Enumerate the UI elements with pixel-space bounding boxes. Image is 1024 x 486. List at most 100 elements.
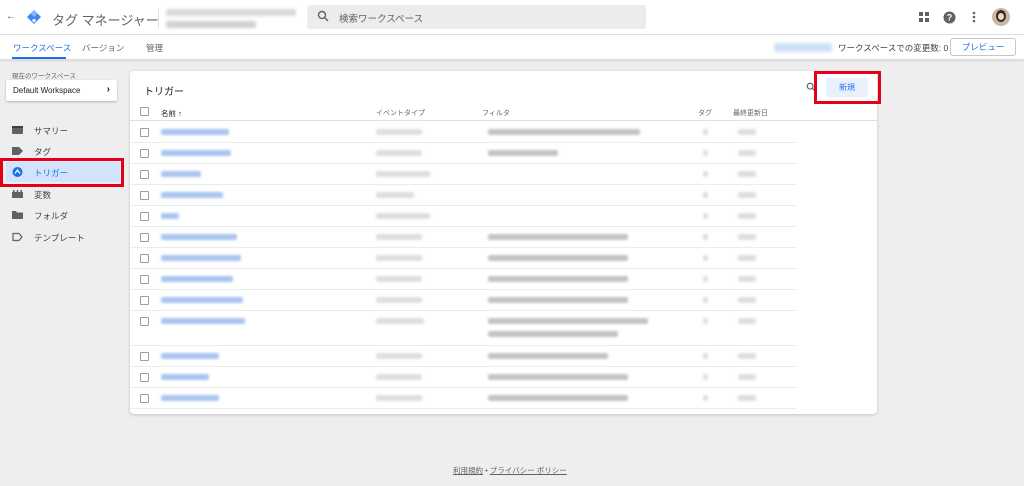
table-row[interactable] [130, 388, 797, 409]
table-row[interactable] [130, 367, 797, 388]
tag-count [703, 395, 708, 401]
search-icon [317, 10, 329, 22]
column-header-filter[interactable]: フィルタ [482, 108, 510, 118]
tabs-bar: ワークスペース バージョン 管理 ワークスペースでの変更数: 0 プレビュー [0, 35, 1024, 60]
column-header-event-type[interactable]: イベントタイプ [376, 108, 425, 118]
avatar[interactable] [992, 8, 1010, 26]
footer-separator: • [483, 466, 490, 475]
tab-workspace[interactable]: ワークスペース [13, 42, 71, 54]
event-type-value [376, 276, 422, 282]
trigger-name-link[interactable] [161, 318, 245, 324]
last-edited-value [738, 255, 756, 261]
tab-versions[interactable]: バージョン [82, 42, 124, 54]
event-type-value [376, 353, 422, 359]
filter-value [488, 234, 628, 240]
tab-admin[interactable]: 管理 [146, 42, 163, 54]
last-edited-value [738, 353, 756, 359]
trigger-name-link[interactable] [161, 213, 179, 219]
header-divider [158, 8, 159, 28]
top-bar: ← タグ マネージャー 検索ワークスペース ? [0, 0, 1024, 35]
row-checkbox[interactable] [140, 352, 149, 361]
trigger-name-link[interactable] [161, 255, 241, 261]
row-checkbox[interactable] [140, 296, 149, 305]
row-checkbox[interactable] [140, 275, 149, 284]
sidebar-item-label: フォルダ [34, 211, 69, 221]
search-placeholder[interactable]: 検索ワークスペース [339, 11, 423, 25]
table-row[interactable] [130, 227, 797, 248]
tag-count [703, 318, 708, 324]
event-type-value [376, 374, 422, 380]
select-all-checkbox[interactable] [140, 107, 149, 116]
apps-grid-icon[interactable] [917, 10, 931, 24]
trigger-name-link[interactable] [161, 234, 237, 240]
trigger-name-link[interactable] [161, 129, 229, 135]
trigger-name-link[interactable] [161, 353, 219, 359]
back-arrow-icon[interactable]: ← [4, 10, 18, 24]
filter-value [488, 255, 628, 261]
sidebar-item-templates[interactable]: テンプレート [6, 227, 120, 247]
column-header-last-edited[interactable]: 最終更新日 [733, 108, 768, 118]
filter-value [488, 150, 558, 156]
last-edited-value [738, 276, 756, 282]
row-checkbox[interactable] [140, 128, 149, 137]
table-row[interactable] [130, 185, 797, 206]
row-checkbox[interactable] [140, 394, 149, 403]
search-bar[interactable]: 検索ワークスペース [307, 5, 646, 29]
table-row[interactable] [130, 122, 797, 143]
row-checkbox[interactable] [140, 170, 149, 179]
row-checkbox[interactable] [140, 373, 149, 382]
sidebar-item-variables[interactable]: 変数 [6, 184, 120, 204]
filter-value [488, 318, 648, 324]
sidebar-item-label: テンプレート [34, 233, 85, 243]
table-row[interactable] [130, 143, 797, 164]
table-row[interactable] [130, 206, 797, 227]
row-checkbox[interactable] [140, 254, 149, 263]
event-type-value [376, 150, 422, 156]
trigger-name-link[interactable] [161, 395, 219, 401]
table-row[interactable] [130, 248, 797, 269]
table-row[interactable] [130, 269, 797, 290]
row-checkbox[interactable] [140, 212, 149, 221]
row-checkbox[interactable] [140, 191, 149, 200]
account-selector[interactable] [166, 7, 302, 29]
preview-button[interactable]: プレビュー [950, 38, 1016, 56]
table-row[interactable] [130, 164, 797, 185]
filter-value [488, 331, 618, 337]
trigger-name-link[interactable] [161, 192, 223, 198]
terms-link[interactable]: 利用規約 [453, 466, 483, 475]
table-row[interactable] [130, 346, 797, 367]
sidebar-item-label: タグ [34, 147, 52, 157]
column-header-name[interactable]: 名前 ↑ [161, 108, 182, 119]
help-icon[interactable]: ? [942, 10, 956, 24]
table-row[interactable] [130, 290, 797, 311]
last-edited-value [738, 234, 756, 240]
tag-count [703, 255, 708, 261]
workspace-selector[interactable]: Default Workspace › [6, 80, 117, 101]
trigger-name-link[interactable] [161, 150, 231, 156]
summary-icon [12, 126, 23, 134]
last-edited-value [738, 374, 756, 380]
event-type-value [376, 255, 422, 261]
container-id-chip [774, 43, 832, 52]
row-checkbox[interactable] [140, 149, 149, 158]
sidebar-item-summary[interactable]: サマリー [6, 120, 120, 140]
row-checkbox[interactable] [140, 233, 149, 242]
template-icon [12, 232, 23, 242]
workspace-name: Default Workspace [13, 86, 81, 95]
more-vert-icon[interactable] [967, 10, 981, 24]
tag-count [703, 374, 708, 380]
row-checkbox[interactable] [140, 317, 149, 326]
trigger-name-link[interactable] [161, 297, 243, 303]
trigger-name-link[interactable] [161, 276, 233, 282]
triggers-card: トリガー 新規 名前 ↑ イベントタイプ フィルタ タグ 最終更新日 [130, 71, 877, 414]
table-row[interactable] [130, 311, 797, 346]
privacy-link[interactable]: プライバシー ポリシー [490, 466, 567, 475]
app-title: タグ マネージャー [52, 13, 159, 28]
last-edited-value [738, 395, 756, 401]
event-type-value [376, 192, 414, 198]
trigger-name-link[interactable] [161, 171, 201, 177]
column-header-tags[interactable]: タグ [698, 108, 712, 118]
trigger-name-link[interactable] [161, 374, 209, 380]
tag-count [703, 171, 708, 177]
sidebar-item-folders[interactable]: フォルダ [6, 205, 120, 225]
